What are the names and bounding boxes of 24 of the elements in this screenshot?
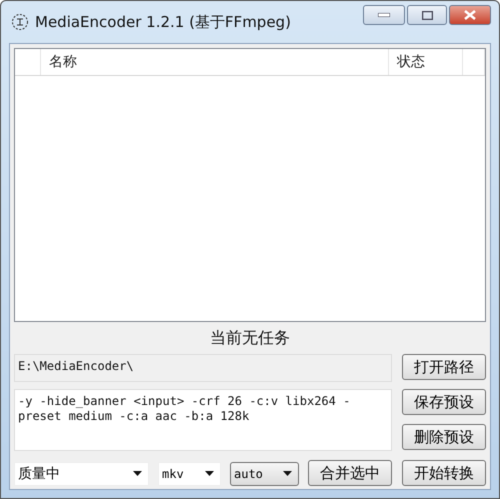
caret-icon — [205, 471, 214, 476]
command-field[interactable]: -y -hide_banner <input> -crf 26 -c:v libx264 -preset medium -c:a aac -b:a 128k — [14, 389, 392, 451]
action-button[interactable]: 开始转换 — [402, 460, 486, 486]
dropdown[interactable]: mkv — [158, 462, 221, 486]
open-path-button[interactable]: 打开路径 — [402, 354, 486, 380]
close-icon — [464, 10, 476, 20]
close-button[interactable] — [449, 5, 491, 25]
preset-button[interactable]: 删除预设 — [402, 424, 486, 450]
app-icon — [11, 13, 29, 31]
path-field[interactable]: E:\MediaEncoder\ — [14, 354, 392, 382]
caret-icon — [133, 471, 142, 476]
action-button[interactable]: 合并选中 — [308, 460, 392, 486]
caret-icon — [283, 471, 292, 476]
preset-button[interactable]: 保存预设 — [402, 389, 486, 415]
maximize-icon — [422, 10, 432, 20]
column-header[interactable]: 名称 — [41, 49, 389, 75]
minimize-icon — [378, 13, 390, 17]
maximize-button[interactable] — [407, 5, 447, 25]
dropdown[interactable]: auto — [230, 462, 299, 486]
window-title: MediaEncoder 1.2.1 (基于FFmpeg) — [35, 12, 292, 32]
minimize-button[interactable] — [363, 5, 405, 25]
column-header[interactable]: 状态 — [389, 49, 463, 75]
status-text: 当前无任务 — [209, 327, 291, 349]
dropdown[interactable]: 质量中 — [14, 462, 149, 486]
